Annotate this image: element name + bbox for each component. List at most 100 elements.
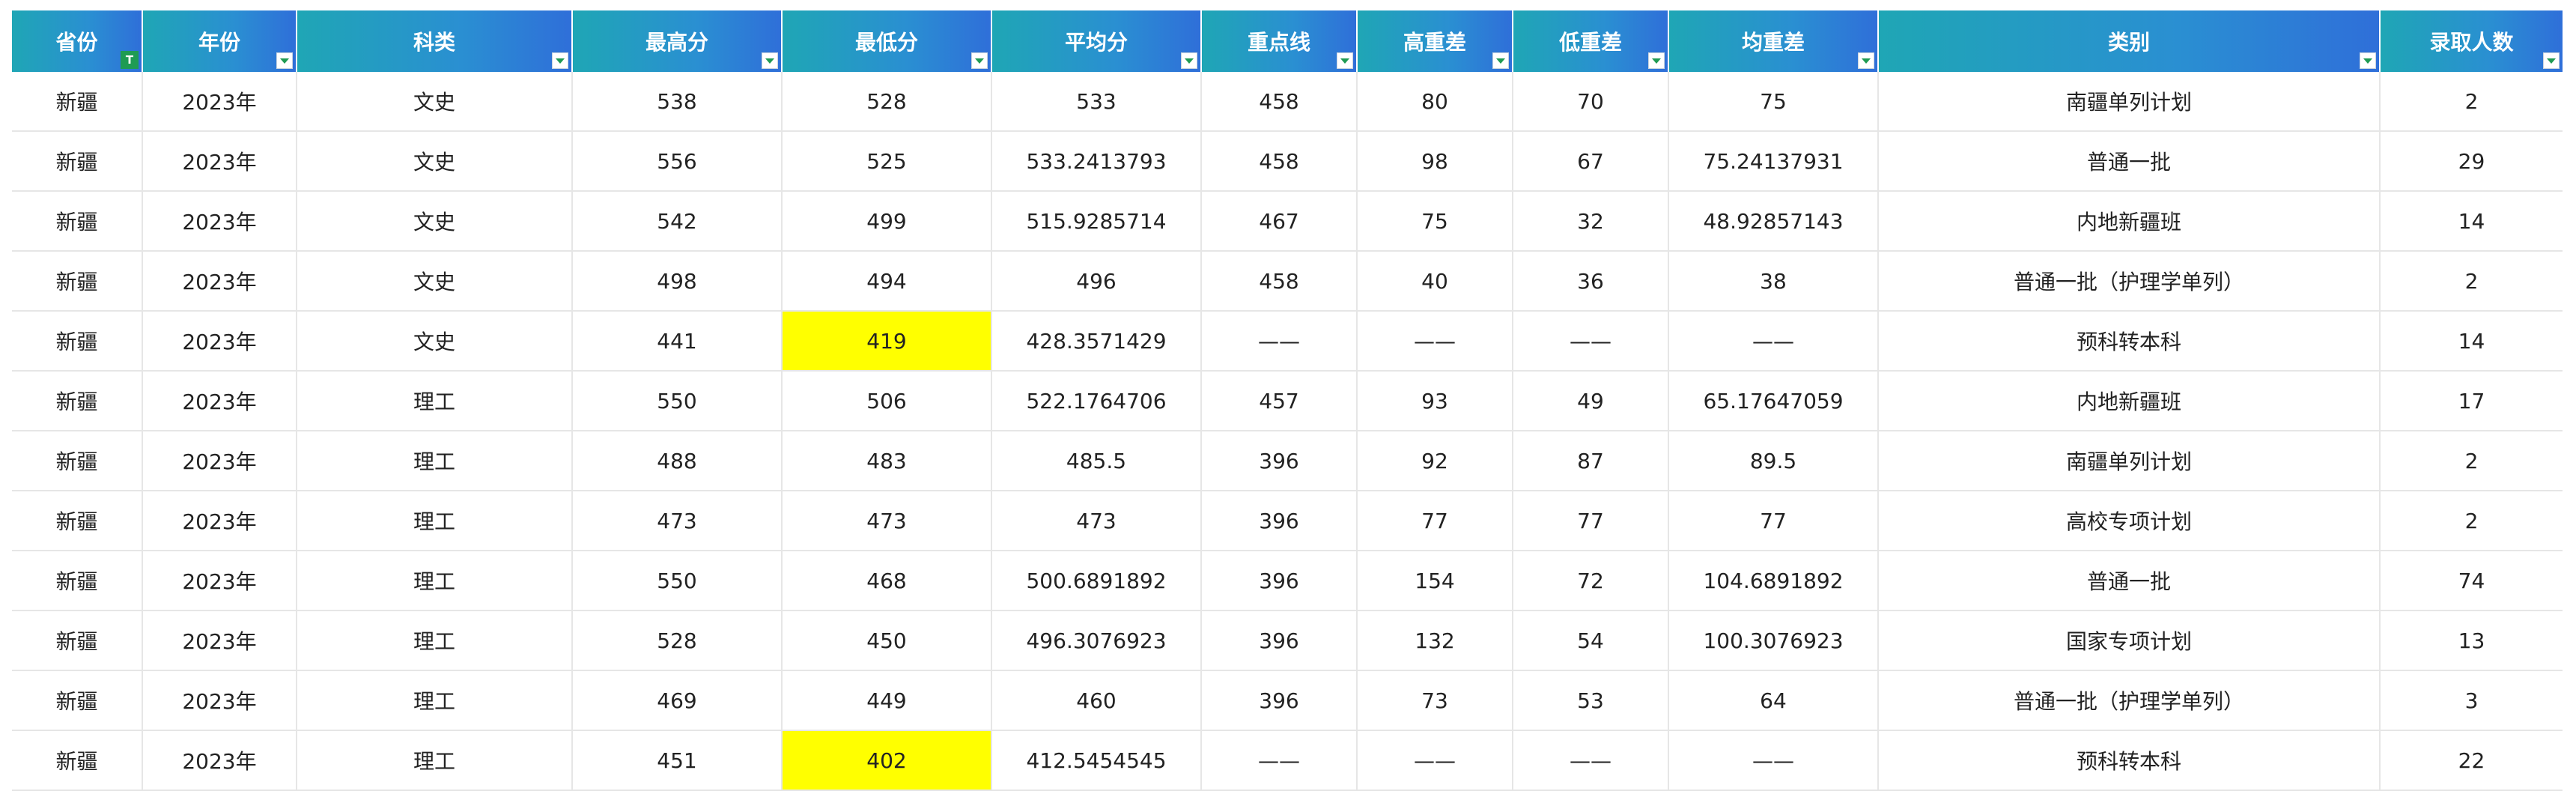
table-cell[interactable]: 文史 xyxy=(297,191,573,252)
table-cell[interactable]: 29 xyxy=(2380,131,2563,192)
column-header-min-score[interactable]: 最低分 xyxy=(782,10,992,72)
column-header-admitted-count[interactable]: 录取人数 xyxy=(2380,10,2563,72)
table-cell[interactable]: 75 xyxy=(1357,191,1513,252)
table-cell[interactable]: 515.9285714 xyxy=(991,191,1202,252)
table-cell[interactable]: 2023年 xyxy=(142,551,297,611)
table-cell[interactable]: 458 xyxy=(1201,72,1358,132)
table-cell[interactable]: 556 xyxy=(572,131,783,192)
column-header-high-diff[interactable]: 高重差 xyxy=(1357,10,1513,72)
table-cell[interactable]: 468 xyxy=(782,551,992,611)
table-cell[interactable]: 67 xyxy=(1513,131,1669,192)
table-cell[interactable]: 2023年 xyxy=(142,131,297,192)
table-cell[interactable]: 普通一批 xyxy=(1878,131,2381,192)
table-cell[interactable]: 普通一批（护理学单列） xyxy=(1878,670,2381,731)
table-cell[interactable]: 496 xyxy=(991,251,1202,312)
table-cell[interactable]: 新疆 xyxy=(12,551,143,611)
table-cell[interactable]: —— xyxy=(1668,311,1879,372)
table-cell[interactable]: 2023年 xyxy=(142,670,297,731)
table-cell[interactable]: 新疆 xyxy=(12,131,143,192)
table-cell[interactable]: 98 xyxy=(1357,131,1513,192)
table-cell[interactable]: 2023年 xyxy=(142,72,297,132)
table-cell[interactable]: 理工 xyxy=(297,730,573,791)
table-cell[interactable]: 396 xyxy=(1201,610,1358,671)
table-cell[interactable]: 文史 xyxy=(297,311,573,372)
table-cell[interactable]: 2 xyxy=(2380,491,2563,551)
table-cell[interactable]: 文史 xyxy=(297,131,573,192)
table-cell[interactable]: 2023年 xyxy=(142,730,297,791)
table-cell[interactable]: 457 xyxy=(1201,371,1358,431)
filter-dropdown-icon[interactable] xyxy=(1858,52,1874,69)
table-cell[interactable]: 普通一批（护理学单列） xyxy=(1878,251,2381,312)
table-cell[interactable]: 新疆 xyxy=(12,730,143,791)
table-cell[interactable]: 文史 xyxy=(297,72,573,132)
table-cell[interactable]: 理工 xyxy=(297,491,573,551)
column-header-province[interactable]: 省份 T xyxy=(12,10,143,72)
table-cell[interactable]: 419 xyxy=(782,311,992,372)
table-cell[interactable]: 2023年 xyxy=(142,431,297,491)
column-header-subject[interactable]: 科类 xyxy=(297,10,573,72)
column-header-avg-score[interactable]: 平均分 xyxy=(991,10,1202,72)
table-cell[interactable]: 南疆单列计划 xyxy=(1878,72,2381,132)
table-cell[interactable]: 文史 xyxy=(297,251,573,312)
table-cell[interactable]: 104.6891892 xyxy=(1668,551,1879,611)
table-cell[interactable]: 528 xyxy=(572,610,783,671)
table-cell[interactable]: —— xyxy=(1513,311,1669,372)
table-cell[interactable]: 100.3076923 xyxy=(1668,610,1879,671)
column-header-avg-diff[interactable]: 均重差 xyxy=(1668,10,1879,72)
table-cell[interactable]: 498 xyxy=(572,251,783,312)
table-cell[interactable]: 2 xyxy=(2380,431,2563,491)
table-cell[interactable]: 538 xyxy=(572,72,783,132)
table-cell[interactable]: 87 xyxy=(1513,431,1669,491)
table-cell[interactable]: 2023年 xyxy=(142,371,297,431)
table-cell[interactable]: 73 xyxy=(1357,670,1513,731)
table-cell[interactable]: 3 xyxy=(2380,670,2563,731)
table-cell[interactable]: 新疆 xyxy=(12,251,143,312)
table-cell[interactable]: 412.5454545 xyxy=(991,730,1202,791)
table-cell[interactable]: 473 xyxy=(572,491,783,551)
table-cell[interactable]: 396 xyxy=(1201,670,1358,731)
filter-dropdown-icon[interactable] xyxy=(1181,52,1197,69)
table-cell[interactable]: 2023年 xyxy=(142,251,297,312)
filter-dropdown-icon[interactable] xyxy=(1492,52,1509,69)
table-cell[interactable]: 74 xyxy=(2380,551,2563,611)
table-cell[interactable]: 新疆 xyxy=(12,311,143,372)
table-cell[interactable]: 理工 xyxy=(297,431,573,491)
table-cell[interactable]: 458 xyxy=(1201,131,1358,192)
table-cell[interactable]: 154 xyxy=(1357,551,1513,611)
table-cell[interactable]: 451 xyxy=(572,730,783,791)
table-cell[interactable]: 550 xyxy=(572,371,783,431)
table-cell[interactable]: 17 xyxy=(2380,371,2563,431)
filter-dropdown-icon[interactable] xyxy=(276,52,293,69)
table-cell[interactable]: —— xyxy=(1668,730,1879,791)
table-cell[interactable]: —— xyxy=(1513,730,1669,791)
table-cell[interactable]: 2023年 xyxy=(142,610,297,671)
table-cell[interactable]: 新疆 xyxy=(12,72,143,132)
table-cell[interactable]: 485.5 xyxy=(991,431,1202,491)
table-cell[interactable]: 528 xyxy=(782,72,992,132)
table-cell[interactable]: 14 xyxy=(2380,311,2563,372)
table-cell[interactable]: 77 xyxy=(1357,491,1513,551)
table-cell[interactable]: 542 xyxy=(572,191,783,252)
table-cell[interactable]: 理工 xyxy=(297,371,573,431)
table-cell[interactable]: 49 xyxy=(1513,371,1669,431)
table-cell[interactable]: 新疆 xyxy=(12,191,143,252)
filter-dropdown-icon[interactable] xyxy=(1337,52,1353,69)
table-cell[interactable]: 38 xyxy=(1668,251,1879,312)
table-cell[interactable]: —— xyxy=(1201,311,1358,372)
table-cell[interactable]: 402 xyxy=(782,730,992,791)
filter-dropdown-icon[interactable] xyxy=(2360,52,2376,69)
table-cell[interactable]: 550 xyxy=(572,551,783,611)
table-cell[interactable]: 132 xyxy=(1357,610,1513,671)
filter-dropdown-icon[interactable] xyxy=(971,52,988,69)
table-cell[interactable]: 488 xyxy=(572,431,783,491)
table-cell[interactable]: 75 xyxy=(1668,72,1879,132)
table-cell[interactable]: —— xyxy=(1357,730,1513,791)
table-cell[interactable]: 92 xyxy=(1357,431,1513,491)
table-cell[interactable]: 新疆 xyxy=(12,491,143,551)
table-cell[interactable]: 65.17647059 xyxy=(1668,371,1879,431)
table-cell[interactable]: 理工 xyxy=(297,610,573,671)
table-cell[interactable]: 2023年 xyxy=(142,491,297,551)
table-cell[interactable]: 75.24137931 xyxy=(1668,131,1879,192)
table-cell[interactable]: 54 xyxy=(1513,610,1669,671)
table-cell[interactable]: 36 xyxy=(1513,251,1669,312)
